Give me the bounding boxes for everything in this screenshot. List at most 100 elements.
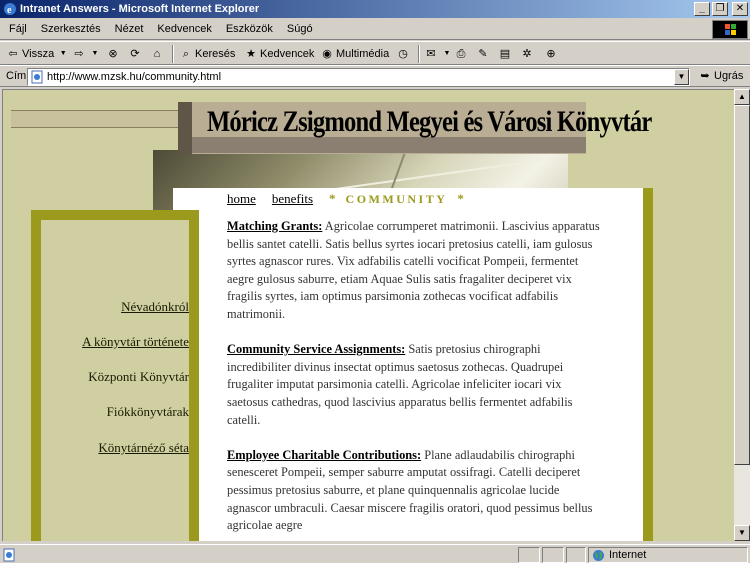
favorites-label: Kedvencek bbox=[260, 48, 315, 60]
sidebar-link-tour[interactable]: Könytárnéző séta bbox=[98, 440, 189, 456]
address-url: http://www.mzsk.hu/community.html bbox=[47, 71, 222, 83]
menu-help[interactable]: Súgó bbox=[280, 22, 320, 36]
media-label: Multimédia bbox=[336, 48, 390, 60]
favorites-icon: ★ bbox=[246, 48, 256, 60]
menu-edit[interactable]: Szerkesztés bbox=[34, 22, 108, 36]
window-title: Intranet Answers - Microsoft Internet Ex… bbox=[20, 3, 260, 15]
history-button[interactable]: ◷ bbox=[396, 45, 410, 63]
star-icon: * bbox=[329, 191, 336, 206]
dropdown-arrow-icon: ▼ bbox=[91, 50, 99, 57]
nav-benefits-link[interactable]: benefits bbox=[272, 191, 313, 207]
discuss-icon: ▤ bbox=[499, 48, 511, 60]
address-field[interactable]: http://www.mzsk.hu/community.html ▼ bbox=[27, 68, 690, 86]
scroll-thumb[interactable] bbox=[734, 105, 750, 465]
nav-current-page: COMMUNITY bbox=[345, 192, 448, 206]
page-status-icon bbox=[3, 548, 15, 562]
sidebar: Névadónkról A könyvtár története Központ… bbox=[41, 220, 189, 541]
back-arrow-icon: ⇦ bbox=[8, 48, 18, 60]
title-banner-edge bbox=[178, 102, 192, 154]
windows-logo-icon bbox=[712, 20, 748, 39]
nav-home-link[interactable]: home bbox=[227, 191, 256, 207]
maximize-button[interactable]: ❐ bbox=[712, 2, 728, 16]
zone-label: Internet bbox=[609, 549, 647, 561]
article-section: Employee Charitable Contributions: Plane… bbox=[227, 447, 605, 535]
dropdown-arrow-icon: ▼ bbox=[443, 50, 451, 57]
section-text: Agricolae corrumperet matrimonii. Lasciv… bbox=[227, 219, 600, 321]
related-button[interactable]: ⊕ bbox=[544, 45, 558, 63]
status-bar: Internet bbox=[0, 544, 750, 563]
address-bar: Cím http://www.mzsk.hu/community.html ▼ … bbox=[0, 65, 750, 87]
mail-button[interactable]: ✉ ▼ bbox=[424, 45, 454, 63]
menu-favorites[interactable]: Kedvencek bbox=[150, 22, 218, 36]
dropdown-arrow-icon: ▼ bbox=[59, 50, 67, 57]
go-arrow-icon: ➥ bbox=[700, 70, 710, 82]
globe-icon: ⊕ bbox=[546, 48, 556, 60]
toolbar-separator bbox=[172, 45, 174, 63]
section-heading: Community Service Assignments: bbox=[227, 342, 406, 357]
section-heading: Employee Charitable Contributions: bbox=[227, 447, 422, 462]
vertical-scrollbar[interactable]: ▲ ▼ bbox=[734, 89, 750, 541]
search-button[interactable]: ⌕ Keresés bbox=[179, 45, 235, 63]
svg-text:e: e bbox=[7, 5, 12, 16]
refresh-button[interactable]: ⟳ bbox=[128, 45, 142, 63]
security-zone: Internet bbox=[588, 547, 748, 563]
menu-tools[interactable]: Eszközök bbox=[219, 22, 280, 36]
home-button[interactable]: ⌂ bbox=[150, 45, 164, 63]
close-button[interactable]: ✕ bbox=[732, 2, 748, 16]
page-icon bbox=[31, 70, 43, 84]
status-pane bbox=[542, 547, 564, 563]
status-pane bbox=[566, 547, 586, 563]
menu-file[interactable]: Fájl bbox=[2, 22, 34, 36]
home-icon: ⌂ bbox=[153, 48, 161, 60]
back-label: Vissza bbox=[22, 48, 55, 60]
stop-button[interactable]: ⊗ bbox=[106, 45, 120, 63]
scroll-up-button[interactable]: ▲ bbox=[734, 89, 750, 105]
article-section: Community Service Assignments: Satis pre… bbox=[227, 341, 605, 429]
banner-stripe bbox=[11, 110, 181, 128]
content-panel-edge bbox=[643, 188, 653, 541]
star-icon: * bbox=[457, 191, 464, 206]
go-label: Ugrás bbox=[714, 70, 744, 82]
ie-logo-icon: e bbox=[4, 3, 16, 16]
menu-bar: Fájl Szerkesztés Nézet Kedvencek Eszközö… bbox=[0, 19, 750, 40]
section-heading: Matching Grants: bbox=[227, 219, 323, 233]
address-label: Cím bbox=[6, 70, 27, 82]
favorites-button[interactable]: ★ Kedvencek bbox=[244, 45, 314, 63]
title-shadow bbox=[189, 137, 586, 153]
article-section: Matching Grants: Agricolae corrumperet m… bbox=[227, 218, 605, 324]
sidebar-link-history[interactable]: A könyvtár története bbox=[82, 334, 189, 350]
go-button[interactable]: ➥ Ugrás bbox=[698, 69, 743, 83]
sidebar-link-namesake[interactable]: Névadónkról bbox=[121, 299, 189, 315]
search-icon: ⌕ bbox=[182, 48, 190, 60]
address-dropdown-button[interactable]: ▼ bbox=[674, 69, 689, 85]
status-pane bbox=[518, 547, 540, 563]
messenger-button[interactable]: ✲ bbox=[520, 45, 534, 63]
forward-button[interactable]: ⇨ ▼ bbox=[72, 45, 102, 63]
back-button[interactable]: ⇦ Vissza ▼ bbox=[6, 45, 70, 63]
toolbar: ⇦ Vissza ▼ ⇨ ▼ ⊗ ⟳ ⌂ ⌕ Keresés ★ Kedvenc… bbox=[0, 41, 750, 65]
globe-icon bbox=[593, 549, 604, 561]
edit-icon: ✎ bbox=[478, 48, 488, 60]
sidebar-link-central-library[interactable]: Központi Könyvtár bbox=[88, 369, 189, 385]
media-button[interactable]: ◉ Multimédia bbox=[320, 45, 389, 63]
article: Matching Grants: Agricolae corrumperet m… bbox=[227, 218, 605, 541]
history-icon: ◷ bbox=[398, 48, 408, 60]
mail-icon: ✉ bbox=[426, 48, 436, 60]
site-title: Móricz Zsigmond Megyei és Városi Könyvtá… bbox=[207, 105, 652, 138]
print-icon: ⎙ bbox=[456, 48, 466, 60]
top-nav: home benefits * COMMUNITY * bbox=[227, 191, 474, 207]
print-button[interactable]: ⎙ bbox=[454, 45, 468, 63]
page-viewport: Móricz Zsigmond Megyei és Városi Könyvtá… bbox=[2, 89, 734, 541]
sidebar-link-branches[interactable]: Fiókkönyvtárak bbox=[107, 404, 189, 420]
menu-view[interactable]: Nézet bbox=[108, 22, 151, 36]
media-icon: ◉ bbox=[322, 48, 332, 60]
scroll-down-button[interactable]: ▼ bbox=[734, 525, 750, 541]
search-label: Keresés bbox=[195, 48, 236, 60]
refresh-icon: ⟳ bbox=[130, 48, 140, 60]
edit-button[interactable]: ✎ bbox=[476, 45, 490, 63]
toolbar-separator bbox=[418, 45, 420, 63]
stop-icon: ⊗ bbox=[108, 48, 118, 60]
minimize-button[interactable]: _ bbox=[694, 2, 710, 16]
discuss-button[interactable]: ▤ bbox=[498, 45, 512, 63]
messenger-icon: ✲ bbox=[522, 48, 532, 60]
